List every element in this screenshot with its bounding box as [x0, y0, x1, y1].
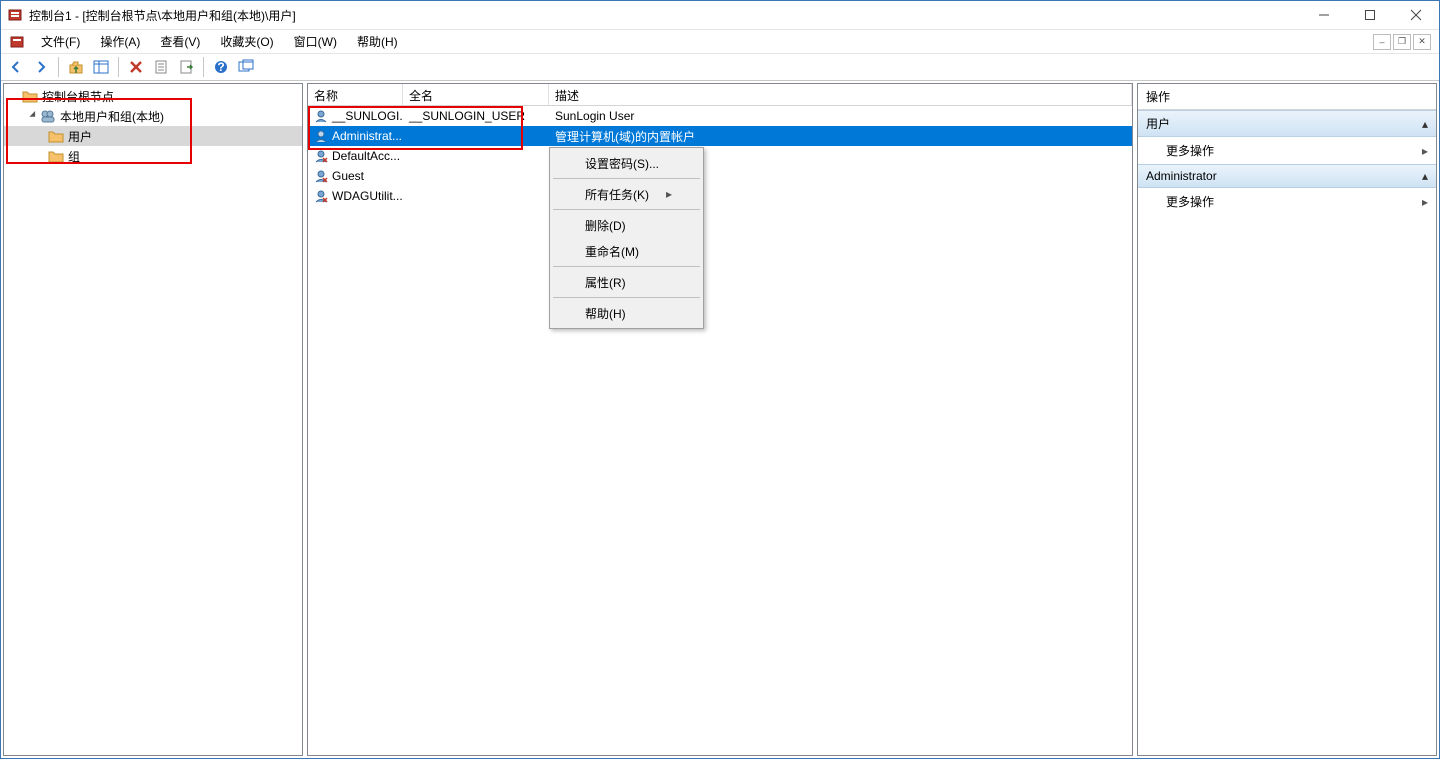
list-row-administrator[interactable]: Administrat... 管理计算机(域)的内置帐户 — [308, 126, 1132, 146]
ctx-help[interactable]: 帮助(H) — [552, 300, 701, 326]
mdi-close[interactable]: ✕ — [1413, 34, 1431, 50]
users-groups-icon — [40, 109, 56, 123]
menu-favorites[interactable]: 收藏夹(O) — [212, 31, 281, 52]
up-button[interactable] — [65, 56, 87, 78]
help-button[interactable]: ? — [210, 56, 232, 78]
tree-local-label: 本地用户和组(本地) — [60, 108, 164, 125]
cell-name: DefaultAcc... — [332, 149, 400, 163]
actions-section-users[interactable]: 用户 ▴ — [1138, 110, 1436, 137]
svg-text:?: ? — [217, 60, 224, 74]
show-hide-tree-button[interactable] — [90, 56, 112, 78]
menu-window[interactable]: 窗口(W) — [286, 31, 345, 52]
cell-name: __SUNLOGI... — [332, 109, 403, 123]
tree-groups-label: 组 — [68, 148, 80, 165]
actions-title: 操作 — [1138, 84, 1436, 110]
list-pane: 名称 全名 描述 __SUNLOGI... __SUNLOGIN_USER Su… — [307, 83, 1133, 756]
list-body[interactable]: __SUNLOGI... __SUNLOGIN_USER SunLogin Us… — [308, 106, 1132, 755]
tree-groups-node[interactable]: 组 — [4, 146, 302, 166]
window-title: 控制台1 - [控制台根节点\本地用户和组(本地)\用户] — [29, 7, 296, 24]
export-button[interactable] — [175, 56, 197, 78]
list-row-guest[interactable]: Guest 的内... — [308, 166, 1132, 186]
folder-icon — [22, 89, 38, 103]
doc-icon — [9, 34, 25, 50]
menu-file[interactable]: 文件(F) — [33, 31, 88, 52]
titlebar: 控制台1 - [控制台根节点\本地用户和组(本地)\用户] — [1, 1, 1439, 29]
delete-button[interactable] — [125, 56, 147, 78]
forward-button[interactable] — [30, 56, 52, 78]
tree-users-label: 用户 — [68, 128, 92, 145]
maximize-button[interactable] — [1347, 1, 1393, 29]
cell-name: Guest — [332, 169, 364, 183]
cell-desc: SunLogin User — [555, 109, 634, 123]
col-header-fullname[interactable]: 全名 — [403, 84, 549, 105]
new-window-button[interactable] — [235, 56, 257, 78]
list-row-sunlogin[interactable]: __SUNLOGI... __SUNLOGIN_USER SunLogin Us… — [308, 106, 1132, 126]
minimize-button[interactable] — [1301, 1, 1347, 29]
app-icon — [7, 7, 23, 23]
chevron-up-icon: ▴ — [1422, 117, 1428, 131]
ctx-rename[interactable]: 重命名(M) — [552, 238, 701, 264]
properties-button[interactable] — [150, 56, 172, 78]
ctx-properties[interactable]: 属性(R) — [552, 269, 701, 295]
toolbar: ? — [1, 53, 1439, 81]
folder-icon — [48, 129, 64, 143]
user-disabled-icon — [314, 169, 328, 183]
user-icon — [314, 129, 328, 143]
close-button[interactable] — [1393, 1, 1439, 29]
back-button[interactable] — [5, 56, 27, 78]
user-disabled-icon — [314, 189, 328, 203]
actions-more-admin[interactable]: 更多操作 ▸ — [1138, 188, 1436, 215]
submenu-arrow-icon: ▸ — [1422, 195, 1428, 209]
actions-section-admin[interactable]: Administrator ▴ — [1138, 164, 1436, 188]
actions-pane: 操作 用户 ▴ 更多操作 ▸ Administrator ▴ 更多操作 ▸ — [1137, 83, 1437, 756]
user-disabled-icon — [314, 149, 328, 163]
cell-name: WDAGUtilit... — [332, 189, 403, 203]
menu-view[interactable]: 查看(V) — [152, 31, 208, 52]
actions-more-users[interactable]: 更多操作 ▸ — [1138, 137, 1436, 164]
mdi-controls: – ❐ ✕ — [1373, 34, 1431, 50]
tree-local-users-groups[interactable]: 本地用户和组(本地) — [4, 106, 302, 126]
submenu-arrow-icon: ▸ — [666, 187, 672, 201]
list-row-wdagutility[interactable]: WDAGUtilit... er 应用... — [308, 186, 1132, 206]
menu-help[interactable]: 帮助(H) — [349, 31, 406, 52]
navigation-tree[interactable]: 控制台根节点 本地用户和组(本地) 用户 组 — [4, 84, 302, 755]
cell-desc: 管理计算机(域)的内置帐户 — [555, 128, 695, 145]
menubar: 文件(F) 操作(A) 查看(V) 收藏夹(O) 窗口(W) 帮助(H) – ❐… — [1, 29, 1439, 53]
tree-pane: 控制台根节点 本地用户和组(本地) 用户 组 — [3, 83, 303, 756]
ctx-all-tasks[interactable]: 所有任务(K)▸ — [552, 181, 701, 207]
tree-users-node[interactable]: 用户 — [4, 126, 302, 146]
list-header: 名称 全名 描述 — [308, 84, 1132, 106]
work-area: 控制台根节点 本地用户和组(本地) 用户 组 — [1, 81, 1439, 758]
mdi-minimize[interactable]: – — [1373, 34, 1391, 50]
col-header-desc[interactable]: 描述 — [549, 84, 1132, 105]
ctx-separator — [553, 178, 700, 179]
context-menu: 设置密码(S)... 所有任务(K)▸ 删除(D) 重命名(M) 属性(R) 帮… — [549, 147, 704, 329]
cell-name: Administrat... — [332, 129, 402, 143]
ctx-separator — [553, 266, 700, 267]
ctx-separator — [553, 297, 700, 298]
tree-root-node[interactable]: 控制台根节点 — [4, 86, 302, 106]
submenu-arrow-icon: ▸ — [1422, 144, 1428, 158]
cell-fullname: __SUNLOGIN_USER — [409, 109, 525, 123]
ctx-set-password[interactable]: 设置密码(S)... — [552, 150, 701, 176]
mmc-window: 控制台1 - [控制台根节点\本地用户和组(本地)\用户] 文件(F) 操作(A… — [0, 0, 1440, 759]
menu-action[interactable]: 操作(A) — [92, 31, 148, 52]
chevron-up-icon: ▴ — [1422, 169, 1428, 183]
col-header-name[interactable]: 名称 — [308, 84, 403, 105]
list-row-defaultaccount[interactable]: DefaultAcc... — [308, 146, 1132, 166]
mdi-restore[interactable]: ❐ — [1393, 34, 1411, 50]
folder-icon — [48, 149, 64, 163]
tree-root-label: 控制台根节点 — [42, 88, 114, 105]
user-icon — [314, 109, 328, 123]
ctx-separator — [553, 209, 700, 210]
ctx-delete[interactable]: 删除(D) — [552, 212, 701, 238]
expand-icon[interactable] — [26, 109, 40, 123]
